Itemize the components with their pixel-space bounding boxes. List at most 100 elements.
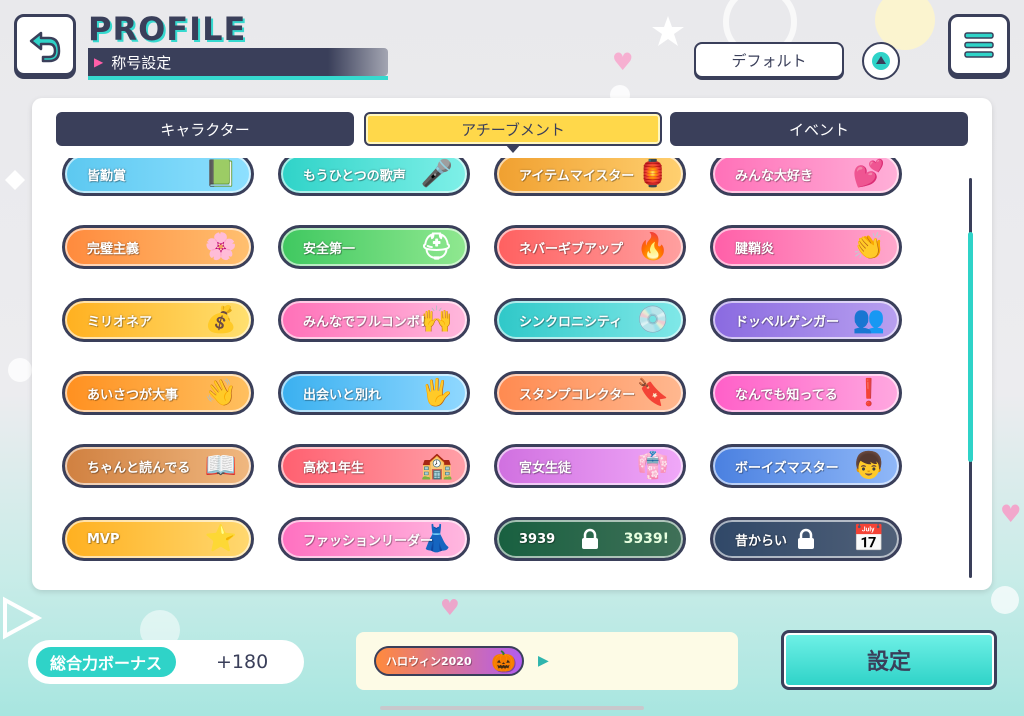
title-badge-label: スタンプコレクター bbox=[519, 387, 636, 403]
badge-emblem-icon: 📖 bbox=[204, 451, 237, 481]
badge-emblem-icon: ⛑ bbox=[419, 232, 453, 262]
badge-emblem-icon: 🌸 bbox=[204, 232, 237, 262]
badge-emblem-icon: 💰 bbox=[204, 305, 237, 335]
title-badge[interactable]: アイテムマイスター 🏮 bbox=[494, 158, 686, 196]
title-badge[interactable]: シンクロニシティ 💿 bbox=[494, 298, 686, 342]
title-badge[interactable]: もうひとつの歌声 🎤 bbox=[278, 158, 470, 196]
title-badge[interactable]: 宮女生徒 👘 bbox=[494, 444, 686, 488]
title-badge[interactable]: ネバーギブアップ 🔥 bbox=[494, 225, 686, 269]
title-badge[interactable]: みんな大好き 💕 bbox=[710, 158, 902, 196]
home-indicator bbox=[380, 706, 644, 710]
page-subtitle-bar: ▶ 称号設定 bbox=[88, 48, 388, 76]
tab-event-label: イベント bbox=[788, 120, 849, 139]
lock-icon bbox=[798, 528, 814, 549]
title-badge-label: シンクロニシティ bbox=[519, 314, 623, 330]
title-badge[interactable]: みんなでフルコンボ! 🙌 bbox=[278, 298, 470, 342]
title-badge[interactable]: MVP ⭐ bbox=[62, 517, 254, 561]
page-header: PROFILE ▶ 称号設定 bbox=[88, 10, 388, 80]
title-badge-label: 皆勤賞 bbox=[87, 168, 127, 184]
badge-emblem-icon: 🏫 bbox=[420, 451, 453, 481]
lock-icon bbox=[582, 528, 598, 549]
title-badge[interactable]: ファッションリーダー 👗 bbox=[278, 517, 470, 561]
title-badge-label: 出会いと別れ bbox=[303, 387, 382, 403]
title-badge[interactable]: 腱鞘炎 👏 bbox=[710, 225, 902, 269]
title-badge[interactable]: なんでも知ってる ❗ bbox=[710, 371, 902, 415]
badge-emblem-icon: 💿 bbox=[636, 305, 669, 335]
title-badge-label: 腱鞘炎 bbox=[735, 241, 775, 257]
svg-text:♥: ♥ bbox=[612, 48, 634, 76]
triangle-right-icon: ▶ bbox=[94, 55, 104, 69]
title-badge[interactable]: 高校1年生 🏫 bbox=[278, 444, 470, 488]
total-power-bonus: 総合力ボーナス +180 bbox=[28, 640, 304, 684]
hamburger-menu-icon bbox=[964, 32, 994, 58]
equipped-title-box[interactable]: ハロウィン2020 🎃 ▶ bbox=[356, 632, 738, 690]
svg-text:♥: ♥ bbox=[440, 596, 460, 621]
badge-emblem-icon: 👏 bbox=[852, 232, 885, 262]
jack-o-lantern-icon: 🎃 bbox=[491, 649, 516, 673]
title-badge[interactable]: 出会いと別れ 🖐 bbox=[278, 371, 470, 415]
title-badge-label: あいさつが大事 bbox=[87, 387, 179, 403]
title-badge[interactable]: ちゃんと読んでる 📖 bbox=[62, 444, 254, 488]
page-title: PROFILE bbox=[88, 10, 247, 48]
title-badge-label: ファッションリーダー bbox=[303, 533, 434, 549]
menu-button[interactable] bbox=[948, 14, 1010, 76]
title-badge-label: アイテムマイスター bbox=[519, 168, 635, 184]
tab-achievement-label: アチーブメント bbox=[461, 120, 565, 139]
badge-emblem-icon: ⭐ bbox=[204, 524, 237, 554]
title-badge-label: ちゃんと読んでる bbox=[87, 460, 191, 476]
badge-grid: 皆勤賞 📗 もうひとつの歌声 🎤 アイテムマイスター 🏮 みんな大好き 💕 完璧主義 🌸 安全第一 ⛑… bbox=[32, 158, 962, 580]
title-badge-label: ドッペルゲンガー bbox=[735, 314, 840, 330]
title-badge[interactable]: スタンプコレクター 🔖 bbox=[494, 371, 686, 415]
title-badge-label: 高校1年生 bbox=[303, 460, 365, 476]
back-arrow-icon bbox=[29, 31, 61, 63]
title-badge-label: ネバーギブアップ bbox=[519, 241, 624, 257]
bonus-label: 総合力ボーナス bbox=[36, 647, 177, 677]
back-button[interactable] bbox=[14, 14, 76, 76]
badge-emblem-icon: 🔖 bbox=[636, 378, 669, 408]
title-badge[interactable]: 完璧主義 🌸 bbox=[62, 225, 254, 269]
title-badge-label: みんなでフルコンボ! bbox=[303, 314, 426, 330]
title-badge[interactable]: ボーイズマスター 👦 bbox=[710, 444, 902, 488]
set-button[interactable]: 設定 bbox=[781, 630, 997, 690]
badge-emblem-icon: 💕 bbox=[852, 159, 885, 189]
title-badge[interactable]: ミリオネア 💰 bbox=[62, 298, 254, 342]
badge-emblem-icon: 📗 bbox=[204, 159, 237, 189]
category-tabs: キャラクター アチーブメント イベント bbox=[56, 112, 968, 153]
tab-character-label: キャラクター bbox=[160, 120, 250, 139]
title-badge-label: 完璧主義 bbox=[87, 241, 140, 257]
title-badge-label: 昔からい bbox=[735, 533, 788, 549]
badge-emblem-icon: 🎤 bbox=[420, 159, 453, 189]
title-badge[interactable]: 皆勤賞 📗 bbox=[62, 158, 254, 196]
set-button-label: 設定 bbox=[784, 633, 994, 687]
svg-text:♥: ♥ bbox=[1000, 500, 1022, 528]
title-badge[interactable]: 昔からい 📅 bbox=[710, 517, 902, 561]
tab-character[interactable]: キャラクター bbox=[56, 112, 354, 146]
triangle-right-icon: ▶ bbox=[538, 653, 549, 669]
bonus-value: +180 bbox=[216, 651, 269, 673]
equipped-title-badge: ハロウィン2020 🎃 bbox=[374, 646, 524, 676]
page-subtitle: 称号設定 bbox=[111, 53, 172, 72]
title-badge-label: 宮女生徒 bbox=[519, 460, 572, 476]
tab-event[interactable]: イベント bbox=[670, 112, 968, 146]
scrollbar-thumb[interactable] bbox=[968, 232, 973, 462]
title-badge[interactable]: あいさつが大事 👋 bbox=[62, 371, 254, 415]
title-badge-label: なんでも知ってる bbox=[735, 387, 838, 403]
badge-emblem-icon: 👘 bbox=[636, 451, 669, 481]
sort-order-button[interactable] bbox=[862, 42, 900, 80]
badge-emblem-icon: 🔥 bbox=[636, 232, 669, 262]
badge-emblem-icon: ❗ bbox=[852, 378, 885, 408]
badge-emblem-icon: 🖐 bbox=[420, 378, 453, 408]
title-badge[interactable]: 安全第一 ⛑ bbox=[278, 225, 470, 269]
tab-achievement[interactable]: アチーブメント bbox=[364, 112, 662, 153]
triangle-up-icon bbox=[872, 52, 890, 70]
title-badge[interactable]: ドッペルゲンガー 👥 bbox=[710, 298, 902, 342]
title-badge-label: 3939 bbox=[519, 531, 556, 547]
sort-dropdown[interactable]: デフォルト bbox=[694, 42, 844, 78]
badge-emblem-icon: 3939! bbox=[623, 531, 669, 547]
equipped-title-label: ハロウィン2020 bbox=[386, 655, 472, 668]
sort-dropdown-label: デフォルト bbox=[731, 51, 807, 70]
title-underline bbox=[88, 76, 388, 80]
title-badge[interactable]: 3939 3939! bbox=[494, 517, 686, 561]
title-list-panel: キャラクター アチーブメント イベント 皆勤賞 📗 もうひとつの歌声 🎤 アイテムマイス… bbox=[32, 98, 992, 590]
title-badge-label: 安全第一 bbox=[303, 241, 356, 257]
